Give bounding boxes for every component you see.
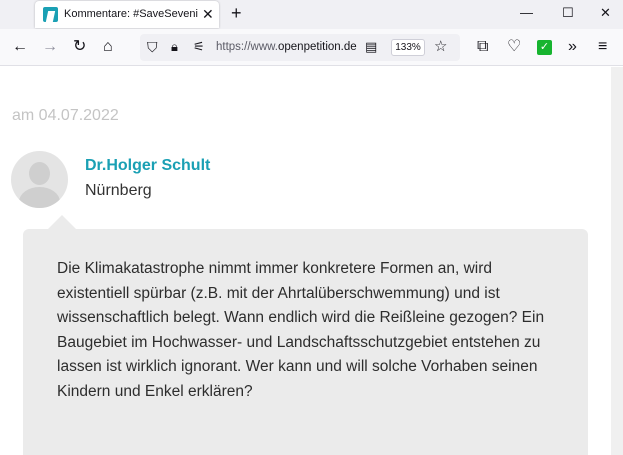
- lock-icon[interactable]: 🔒︎: [171, 38, 178, 56]
- avatar-body-shape: [19, 187, 60, 208]
- comment-bubble: Die Klimakatastrophe nimmt immer konkret…: [23, 229, 588, 455]
- url-text[interactable]: https://www.openpetition.de: [216, 41, 362, 53]
- overflow-chevron-icon[interactable]: »: [568, 38, 577, 56]
- url-bar[interactable]: ⛉ 🔒︎ ⚟ https://www.openpetition.de ▤ 133…: [140, 34, 460, 61]
- comment-date: am 04.07.2022: [12, 107, 119, 124]
- menu-icon[interactable]: ≡: [598, 38, 607, 56]
- maximize-icon[interactable]: ☐: [562, 5, 574, 21]
- url-domain: openpetition.de: [278, 41, 357, 53]
- browser-tab[interactable]: Kommentare: #SaveSevenich - P ✕: [35, 1, 219, 28]
- reload-icon[interactable]: ↻: [73, 38, 86, 56]
- back-icon[interactable]: ←: [12, 38, 28, 56]
- page-content: am 04.07.2022 Dr.Holger Schult Nürnberg …: [0, 67, 623, 455]
- permissions-icon[interactable]: ⚟: [193, 38, 205, 56]
- pocket-icon[interactable]: ♡: [507, 38, 521, 56]
- nav-toolbar: ← → ↻ ⌂ ⛉ 🔒︎ ⚟ https://www.openpetition.…: [0, 29, 623, 66]
- reader-view-icon[interactable]: ▤: [365, 38, 377, 56]
- avatar: [11, 151, 68, 208]
- tab-strip: Kommentare: #SaveSevenich - P ✕ + — ☐ ✕: [0, 0, 623, 29]
- openpetition-favicon-icon: [43, 7, 58, 22]
- forward-icon[interactable]: →: [42, 38, 58, 56]
- scrollbar[interactable]: [611, 67, 623, 455]
- bookmark-star-icon[interactable]: ☆: [434, 38, 447, 56]
- minimize-icon[interactable]: —: [520, 5, 533, 20]
- close-tab-icon[interactable]: ✕: [202, 6, 214, 22]
- tab-title: Kommentare: #SaveSevenich - P: [64, 8, 198, 20]
- zoom-level[interactable]: 133%: [391, 39, 425, 56]
- comment-author[interactable]: Dr.Holger Schult: [85, 157, 210, 175]
- comment-location: Nürnberg: [85, 182, 152, 199]
- shield-icon[interactable]: ⛉: [147, 38, 158, 56]
- home-icon[interactable]: ⌂: [103, 38, 113, 56]
- close-window-icon[interactable]: ✕: [600, 5, 611, 21]
- bubble-pointer: [48, 215, 76, 229]
- url-prefix: https://www.: [216, 41, 278, 53]
- new-tab-icon[interactable]: +: [231, 3, 242, 24]
- avatar-head-shape: [29, 162, 50, 185]
- comment-text: Die Klimakatastrophe nimmt immer konkret…: [57, 260, 545, 400]
- extensions-icon[interactable]: ⧉: [477, 38, 488, 56]
- checkmark-extension-icon[interactable]: ✓: [537, 40, 552, 55]
